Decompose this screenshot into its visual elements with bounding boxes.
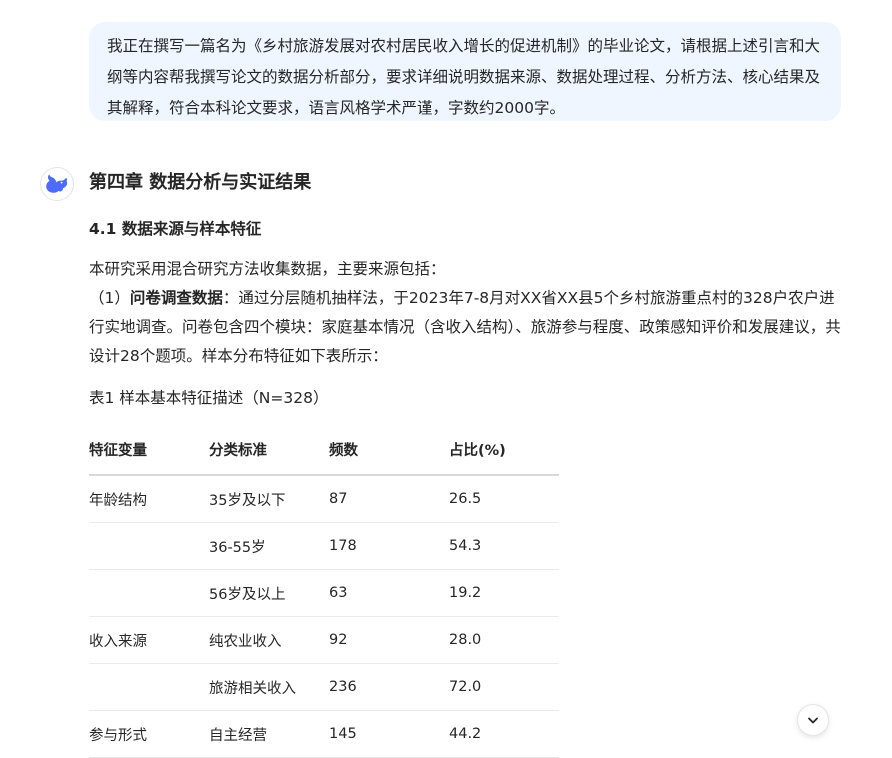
table-cell (89, 569, 209, 617)
assistant-answer: 第四章 数据分析与实证结果 4.1 数据来源与样本特征 本研究采用混合研究方法收… (89, 166, 841, 758)
table-cell: 19.2 (449, 569, 559, 617)
table-cell: 28.0 (449, 616, 559, 664)
item-number: （1） (89, 289, 130, 307)
intro-text: 本研究采用混合研究方法收集数据，主要来源包括： (89, 260, 446, 278)
table-row: 年龄结构 35岁及以下 87 26.5 (89, 475, 559, 523)
scroll-to-bottom-button[interactable] (797, 704, 829, 736)
table-cell: 26.5 (449, 475, 559, 523)
table-row: 旅游相关收入 236 72.0 (89, 663, 559, 711)
table-cell: 自主经营 (209, 710, 329, 758)
list-item: （1）问卷调查数据：通过分层随机抽样法，于2023年7-8月对XX省XX县5个乡… (89, 284, 841, 371)
user-message-bubble: 我正在撰写一篇名为《乡村旅游发展对农村居民收入增长的促进机制》的毕业论文，请根据… (89, 22, 841, 121)
table-cell: 56岁及以上 (209, 569, 329, 617)
table-cell (89, 522, 209, 570)
whale-logo-icon (46, 175, 68, 193)
assistant-avatar (40, 167, 74, 201)
table-cell: 参与形式 (89, 710, 209, 758)
column-header: 占比(%) (449, 425, 559, 476)
table-cell: 145 (329, 710, 449, 758)
table-header-row: 特征变量 分类标准 频数 占比(%) (89, 425, 559, 476)
table-cell: 54.3 (449, 522, 559, 570)
column-header: 分类标准 (209, 425, 329, 476)
table-cell: 纯农业收入 (209, 616, 329, 664)
table-cell: 236 (329, 663, 449, 711)
table-cell (89, 663, 209, 711)
table-cell: 旅游相关收入 (209, 663, 329, 711)
sample-characteristics-table: 特征变量 分类标准 频数 占比(%) 年龄结构 35岁及以下 87 26.5 3… (89, 425, 559, 758)
table-cell: 收入来源 (89, 616, 209, 664)
table-cell: 63 (329, 569, 449, 617)
table-cell: 35岁及以下 (209, 475, 329, 523)
table-cell: 44.2 (449, 710, 559, 758)
chevron-down-icon (808, 717, 818, 724)
column-header: 特征变量 (89, 425, 209, 476)
table-row: 56岁及以上 63 19.2 (89, 569, 559, 617)
chapter-title: 第四章 数据分析与实证结果 (89, 172, 312, 193)
table-caption: 表1 样本基本特征描述（N=328） (89, 389, 329, 407)
table-row: 收入来源 纯农业收入 92 28.0 (89, 616, 559, 664)
user-message-text: 我正在撰写一篇名为《乡村旅游发展对农村居民收入增长的促进机制》的毕业论文，请根据… (107, 37, 821, 117)
section-title: 4.1 数据来源与样本特征 (89, 220, 262, 238)
item-bold-term: 问卷调查数据 (129, 289, 223, 307)
answer-paragraph: 本研究采用混合研究方法收集数据，主要来源包括： （1）问卷调查数据：通过分层随机… (89, 255, 841, 371)
table-row: 参与形式 自主经营 145 44.2 (89, 710, 559, 758)
table-cell: 178 (329, 522, 449, 570)
column-header: 频数 (329, 425, 449, 476)
table-cell: 92 (329, 616, 449, 664)
table-cell: 年龄结构 (89, 475, 209, 523)
table-cell: 72.0 (449, 663, 559, 711)
table-row: 36-55岁 178 54.3 (89, 522, 559, 570)
table-cell: 36-55岁 (209, 522, 329, 570)
table-cell: 87 (329, 475, 449, 523)
